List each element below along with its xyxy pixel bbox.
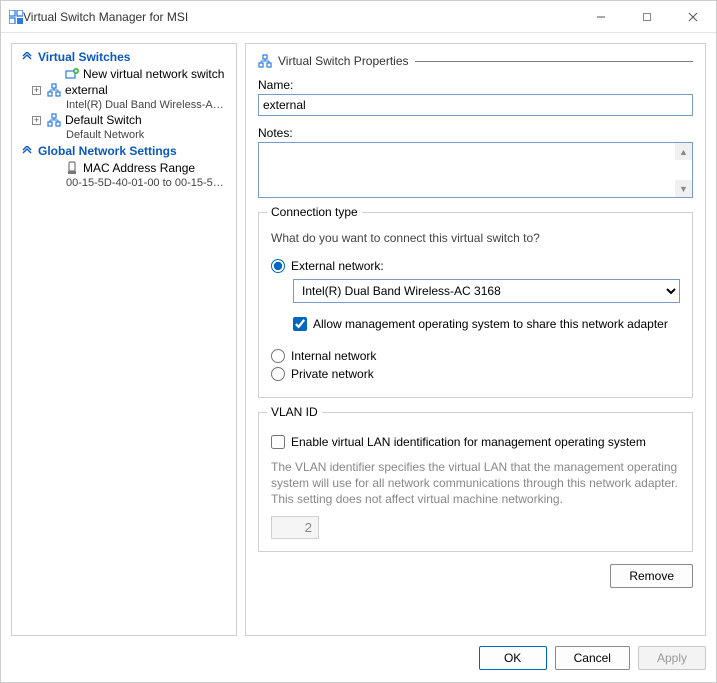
switch-icon [258,54,272,68]
collapse-icon [20,50,34,64]
connection-type-prompt: What do you want to connect this virtual… [271,231,680,245]
tree-item-sublabel: 00-15-5D-40-01-00 to 00-15-5D-4... [66,177,230,189]
dialog-buttons: OK Cancel Apply [1,640,716,682]
tree-item-sublabel: Default Network [66,129,144,141]
notes-field: ▲ ▼ [258,142,693,198]
tree-item-default-switch[interactable]: + Default Switch [14,112,234,128]
tree-item-default-switch-network[interactable]: Default Network [14,128,234,142]
name-input[interactable] [258,94,693,116]
external-network-radio[interactable]: External network: [271,259,680,273]
cancel-button[interactable]: Cancel [555,646,630,670]
properties-header: Virtual Switch Properties [258,54,693,68]
tree-item-mac-range[interactable]: MAC Address Range [14,160,234,176]
external-network-label: External network: [291,259,384,273]
tree-item-sublabel: Intel(R) Dual Band Wireless-AC 3168 [66,99,230,111]
private-network-radio[interactable]: Private network [271,367,680,381]
connection-type-group: Connection type What do you want to conn… [258,212,693,398]
tree-section-global-settings[interactable]: Global Network Settings [14,142,234,160]
internal-network-radio[interactable]: Internal network [271,349,680,363]
notes-scrollbar: ▲ ▼ [675,143,692,197]
tree-section-label: Virtual Switches [38,50,130,64]
properties-header-label: Virtual Switch Properties [278,54,409,68]
allow-mgmt-checkbox[interactable]: Allow management operating system to sha… [293,317,680,331]
switch-icon [47,113,61,127]
close-button[interactable] [670,1,716,33]
tree-item-external-adapter[interactable]: Intel(R) Dual Band Wireless-AC 3168 [14,98,234,112]
vlan-enable-checkbox[interactable]: Enable virtual LAN identification for ma… [271,435,680,449]
new-switch-icon [65,67,79,81]
tree-item-label: Default Switch [65,113,142,127]
scroll-up-button[interactable]: ▲ [675,143,692,160]
name-label: Name: [258,78,693,92]
private-network-label: Private network [291,367,374,381]
maximize-button[interactable] [624,1,670,33]
client-area: Virtual Switches New virtual [1,33,716,682]
app-icon [9,10,23,24]
titlebar: Virtual Switch Manager for MSI [1,1,716,33]
tree-item-label: MAC Address Range [83,161,195,175]
notes-label: Notes: [258,126,693,140]
switch-icon [47,83,61,97]
vlan-id-input [271,516,319,539]
scroll-down-button[interactable]: ▼ [675,180,692,197]
tree-section-virtual-switches[interactable]: Virtual Switches [14,48,234,66]
vlan-enable-label: Enable virtual LAN identification for ma… [291,435,646,449]
vlan-help-text: The VLAN identifier specifies the virtua… [271,459,680,508]
tree-item-external[interactable]: + external [14,82,234,98]
vlan-legend: VLAN ID [267,405,322,419]
internal-network-label: Internal network [291,349,376,363]
tree-item-label: New virtual network switch [83,67,224,81]
panels: Virtual Switches New virtual [1,33,716,640]
window-buttons [578,1,716,33]
adapter-select[interactable]: Intel(R) Dual Band Wireless-AC 3168 [293,279,680,303]
apply-button[interactable]: Apply [638,646,706,670]
collapse-icon [20,144,34,158]
expand-icon[interactable]: + [32,116,41,125]
ok-button[interactable]: OK [479,646,547,670]
tree-section-label: Global Network Settings [38,144,177,158]
mac-range-icon [65,161,79,175]
vlan-group: VLAN ID Enable virtual LAN identificatio… [258,412,693,552]
tree-item-label: external [65,83,108,97]
allow-mgmt-label: Allow management operating system to sha… [313,317,668,331]
tree: Virtual Switches New virtual [12,44,236,194]
properties-panel: Virtual Switch Properties Name: Notes: ▲… [245,43,706,636]
remove-button[interactable]: Remove [610,564,693,588]
connection-type-legend: Connection type [267,205,362,219]
minimize-button[interactable] [578,1,624,33]
expand-icon[interactable]: + [32,86,41,95]
window-title: Virtual Switch Manager for MSI [23,10,188,24]
notes-input[interactable] [259,143,674,197]
tree-item-mac-range-value[interactable]: 00-15-5D-40-01-00 to 00-15-5D-4... [14,176,234,190]
tree-panel: Virtual Switches New virtual [11,43,237,636]
window: Virtual Switch Manager for MSI [0,0,717,683]
tree-item-new-switch[interactable]: New virtual network switch [14,66,234,82]
